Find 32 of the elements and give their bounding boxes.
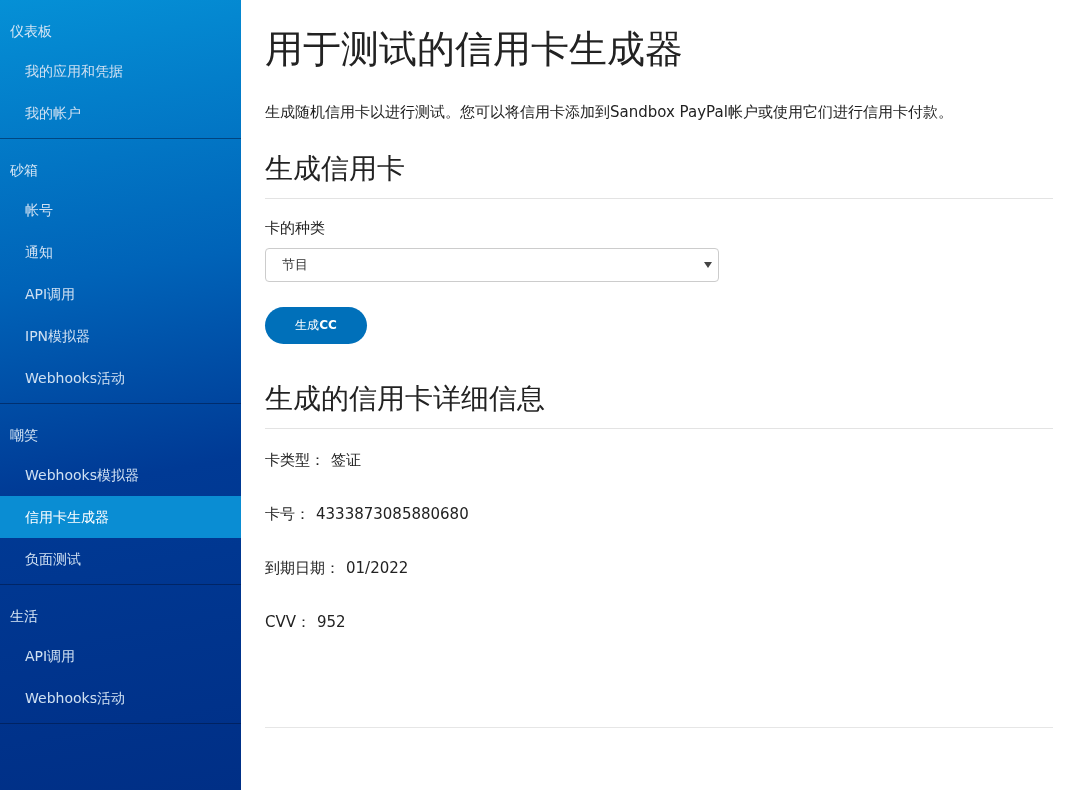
detail-label: 到期日期：: [265, 559, 340, 579]
intro-text: 生成随机信用卡以进行测试。您可以将信用卡添加到Sandbox PayPal帐户或使用它们进行信用卡付款。: [265, 103, 954, 122]
detail-label: 卡类型：: [265, 451, 325, 471]
section-heading: 生成信用卡: [265, 150, 1053, 199]
sidebar-item[interactable]: 帐号: [0, 189, 241, 231]
detail-value: 952: [317, 613, 346, 633]
sidebar-item[interactable]: Webhooks活动: [0, 357, 241, 399]
sidebar-item[interactable]: 负面测试: [0, 538, 241, 580]
sidebar-item[interactable]: API调用: [0, 635, 241, 677]
sidebar-item[interactable]: 通知: [0, 231, 241, 273]
sidebar-heading: 嘲笑: [9, 426, 39, 445]
sidebar-heading: 砂箱: [9, 161, 39, 180]
sidebar-item[interactable]: IPN模拟器: [0, 315, 241, 357]
caret-icon: [704, 262, 712, 268]
sidebar-item[interactable]: API调用: [0, 273, 241, 315]
detail-label: CVV：: [265, 613, 311, 633]
detail-label: 卡号：: [265, 505, 310, 525]
sidebar-heading: 生活: [9, 607, 39, 626]
sidebar-item[interactable]: Webhooks活动: [0, 677, 241, 719]
sidebar-item[interactable]: 我的帐户: [0, 92, 241, 134]
field-label: 卡的种类: [265, 219, 326, 238]
sidebar-item[interactable]: 我的应用和凭据: [0, 50, 241, 92]
section-heading: 生成的信用卡详细信息: [265, 380, 1053, 429]
detail-value: 4333873085880680: [316, 505, 469, 525]
page-title: 用于测试的信用卡生成器: [265, 26, 684, 73]
detail-value: 签证: [331, 451, 361, 471]
detail-value: 01/2022: [346, 559, 409, 579]
card-type-select[interactable]: 节目: [265, 248, 719, 282]
sidebar-item[interactable]: 信用卡生成器: [0, 496, 241, 538]
sidebar-item[interactable]: Webhooks模拟器: [0, 454, 241, 496]
generate-button[interactable]: 生成CC: [265, 307, 367, 344]
sidebar-heading: 仪表板: [9, 22, 53, 41]
